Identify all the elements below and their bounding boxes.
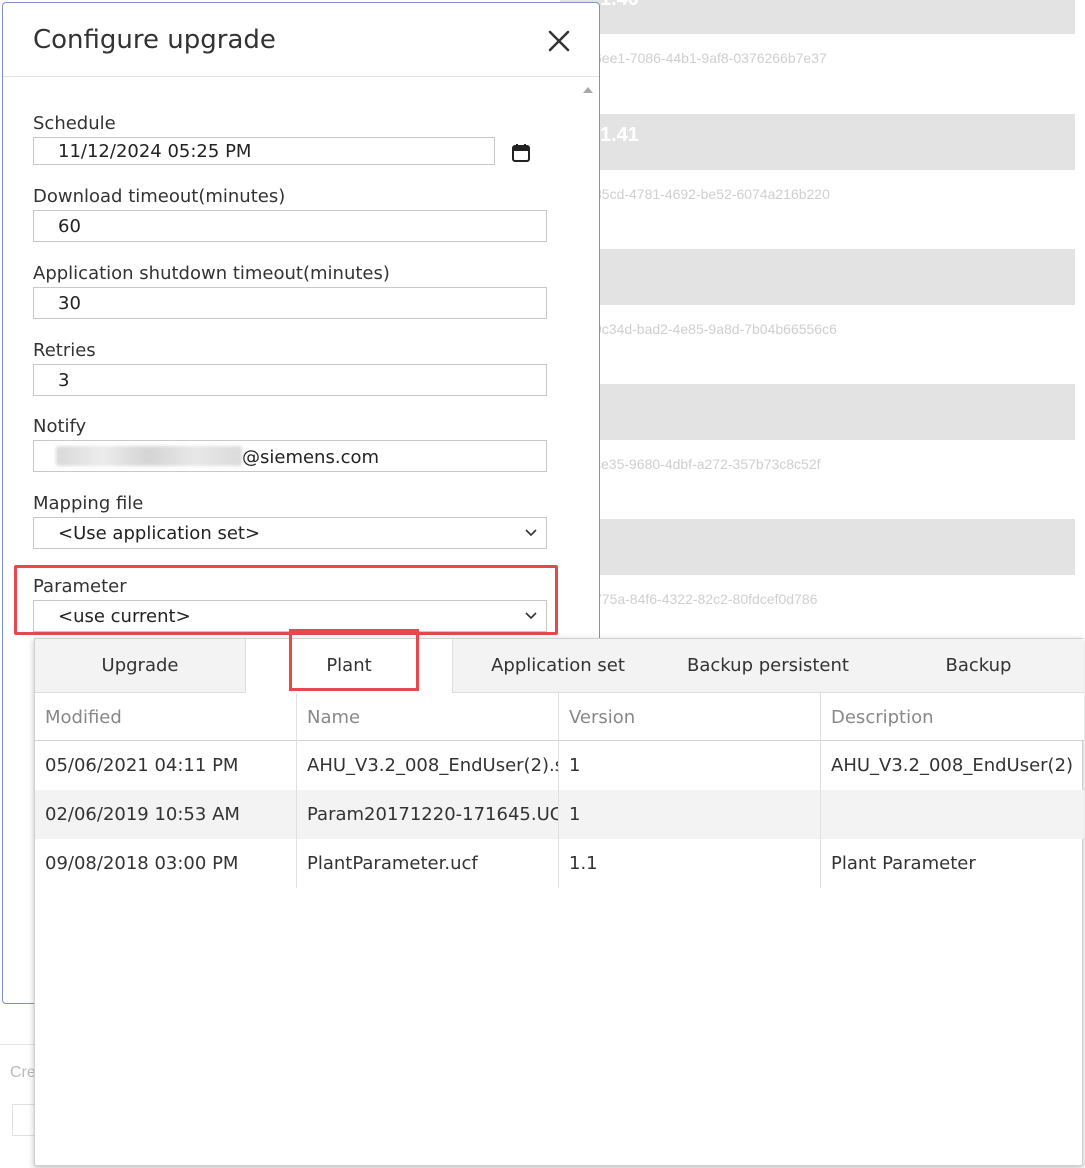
card-version: 1.41 [560, 114, 1075, 170]
cell-description: AHU_V3.2_008_EndUser(2) [831, 755, 1074, 776]
schedule-field: Schedule 11/12/2024 05:25 PM [33, 113, 547, 165]
schedule-input[interactable]: 11/12/2024 05:25 PM [33, 137, 495, 165]
shutdown-timeout-field: Application shutdown timeout(minutes) 30 [33, 263, 547, 319]
parameter-label: Parameter [33, 576, 127, 597]
notify-label: Notify [33, 416, 87, 437]
table-header: Modified Name Version Description [35, 693, 1084, 741]
column-header-description[interactable]: Description [821, 693, 1084, 741]
retries-field: Retries 3 [33, 340, 547, 396]
parameter-dropdown-popup: Upgrade Plant Application set Backup per… [34, 629, 1084, 1166]
column-header-name[interactable]: Name [297, 693, 559, 741]
scroll-up-arrow-icon[interactable] [583, 87, 593, 93]
cell-name: PlantParameter.ucf [297, 839, 559, 888]
cell-description [821, 790, 1084, 839]
background-card: 1.41 35cd-4781-4692-be52-6074a216b220 [560, 114, 1075, 202]
card-version [560, 519, 1075, 575]
tab-application-set[interactable]: Application set [453, 639, 663, 693]
tab-backup-persistent[interactable]: Backup persistent [663, 639, 873, 693]
cell-modified: 02/06/2019 10:53 AM [35, 790, 297, 839]
cell-version: 1 [559, 790, 821, 839]
schedule-label: Schedule [33, 113, 116, 134]
card-version: 1.40 [560, 0, 1075, 34]
tab-upgrade[interactable]: Upgrade [35, 639, 245, 693]
chevron-down-icon [525, 529, 537, 537]
close-button[interactable] [543, 25, 575, 57]
background-label: Cre [10, 1064, 36, 1081]
table-row[interactable]: 09/08/2018 03:00 PM PlantParameter.ucf 1… [35, 839, 1084, 888]
parameter-table: Modified Name Version Description 05/06/… [35, 693, 1084, 888]
tab-backup[interactable]: Backup [873, 639, 1084, 693]
card-guid: 775a-84f6-4322-82c2-80fdcef0d786 [594, 591, 818, 607]
card-guid: ce35-9680-4dbf-a272-357b73c8c52f [594, 456, 821, 472]
cell-name: Param20171220-171645.UCF [297, 790, 559, 839]
shutdown-timeout-label: Application shutdown timeout(minutes) [33, 263, 390, 284]
card-version [560, 249, 1075, 305]
divider [0, 1044, 36, 1045]
background-card: ce35-9680-4dbf-a272-357b73c8c52f [560, 384, 1075, 472]
cell-version: 1.1 [559, 839, 821, 888]
retries-input[interactable]: 3 [33, 364, 547, 396]
download-timeout-input[interactable]: 60 [33, 210, 547, 242]
redacted-email [56, 446, 242, 466]
shutdown-timeout-value: 30 [58, 293, 81, 314]
cell-version: 1 [559, 741, 821, 790]
dialog-title: Configure upgrade [33, 25, 276, 55]
notify-email-domain: @siemens.com [242, 447, 380, 468]
download-timeout-field: Download timeout(minutes) 60 [33, 186, 547, 242]
card-guid: 6ee1-7086-44b1-9af8-0376266b7e37 [594, 50, 827, 66]
retries-label: Retries [33, 340, 96, 361]
parameter-field: Parameter <use current> [33, 576, 547, 632]
download-timeout-value: 60 [58, 216, 81, 237]
mapping-file-select[interactable]: <Use application set> [33, 517, 547, 549]
background-card: 9c34d-bad2-4e85-9a8d-7b04b66556c6 [560, 249, 1075, 337]
mapping-file-field: Mapping file <Use application set> [33, 493, 547, 549]
parameter-select[interactable]: <use current> [33, 600, 547, 632]
background-card: 1.40 6ee1-7086-44b1-9af8-0376266b7e37 [560, 0, 1075, 66]
table-body: 05/06/2021 04:11 PM AHU_V3.2_008_EndUser… [35, 741, 1084, 888]
mapping-file-label: Mapping file [33, 493, 144, 514]
table-row[interactable]: 05/06/2021 04:11 PM AHU_V3.2_008_EndUser… [35, 741, 1084, 790]
background-input [12, 1104, 36, 1136]
column-header-version[interactable]: Version [559, 693, 821, 741]
chevron-down-icon [525, 612, 537, 620]
mapping-file-value: <Use application set> [58, 523, 261, 544]
card-guid: 35cd-4781-4692-be52-6074a216b220 [594, 186, 830, 202]
cell-name: AHU_V3.2_008_EndUser(2).sda [297, 741, 559, 790]
retries-value: 3 [58, 370, 70, 391]
parameter-value: <use current> [58, 606, 191, 627]
cell-description: Plant Parameter [831, 853, 976, 874]
download-timeout-label: Download timeout(minutes) [33, 186, 286, 207]
shutdown-timeout-input[interactable]: 30 [33, 287, 547, 319]
cell-modified: 09/08/2018 03:00 PM [35, 839, 297, 888]
table-row[interactable]: 02/06/2019 10:53 AM Param20171220-171645… [35, 790, 1084, 839]
schedule-value: 11/12/2024 05:25 PM [58, 141, 252, 162]
background-left-strip: Cre [0, 1008, 36, 1168]
card-guid: 9c34d-bad2-4e85-9a8d-7b04b66556c6 [594, 321, 837, 337]
background-card: 775a-84f6-4322-82c2-80fdcef0d786 [560, 519, 1075, 607]
card-version [560, 384, 1075, 440]
close-icon [548, 30, 570, 52]
tab-plant[interactable]: Plant [245, 639, 453, 693]
calendar-icon[interactable] [511, 143, 531, 163]
dialog-header: Configure upgrade [3, 3, 599, 77]
cell-modified: 05/06/2021 04:11 PM [35, 741, 297, 790]
notify-field: Notify @siemens.com [33, 416, 547, 472]
notify-input[interactable]: @siemens.com [33, 440, 547, 472]
column-header-modified[interactable]: Modified [35, 693, 297, 741]
parameter-tabs: Upgrade Plant Application set Backup per… [35, 629, 1084, 693]
